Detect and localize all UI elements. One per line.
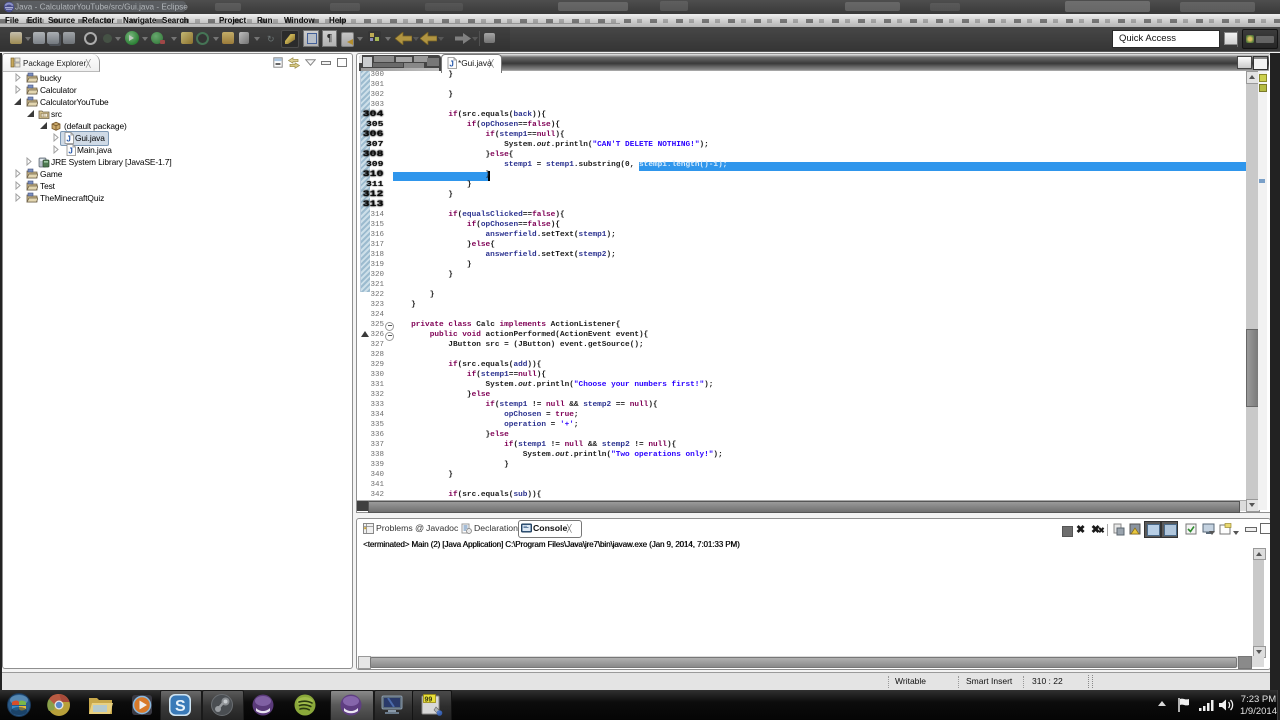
svg-text:S: S <box>175 698 186 715</box>
svg-text:7:23 PM: 7:23 PM <box>1241 694 1276 705</box>
svg-text:99: 99 <box>425 697 433 704</box>
svg-text:1/9/2014: 1/9/2014 <box>1240 706 1277 717</box>
svg-text:Java - CalculatorYouTube/src/G: Java - CalculatorYouTube/src/Gui.java - … <box>15 3 188 12</box>
